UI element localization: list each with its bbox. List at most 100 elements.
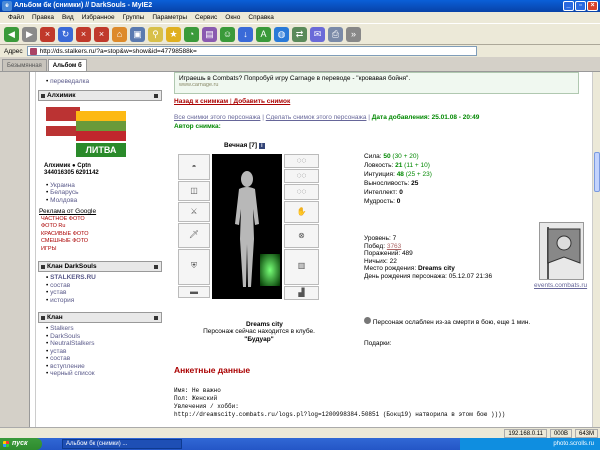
menu-window[interactable]: Окно <box>225 12 240 23</box>
globe-icon[interactable]: ◍ <box>274 26 289 42</box>
close-button[interactable]: × <box>587 1 598 11</box>
ad-photo-ru[interactable]: ФОТО Ru <box>41 223 164 231</box>
ring-slot-2[interactable]: ◌◌ <box>284 169 319 183</box>
sidebar-item-ustav[interactable]: устав <box>46 289 164 297</box>
scrollbar-thumb[interactable] <box>594 152 600 192</box>
menu-favorites[interactable]: Избранное <box>82 12 115 23</box>
download-icon[interactable]: ↓ <box>238 26 253 42</box>
carnage-banner[interactable]: Играешь в Combats? Попробуй игру Carnage… <box>174 72 579 94</box>
info-icon[interactable]: i <box>258 143 265 149</box>
gloves-slot[interactable]: ✋ <box>284 201 319 223</box>
profile-log[interactable]: http://dreamscity.combats.ru/logs.pl?log… <box>174 411 505 419</box>
menu-options[interactable]: Параметры <box>152 12 187 23</box>
event-link[interactable]: events.combats.ru <box>534 282 587 289</box>
sidebar-item-darksouls[interactable]: DarkSouls <box>46 333 164 341</box>
forward-icon[interactable]: ▶ <box>22 26 37 42</box>
sidebar-item-clan-sostav[interactable]: состав <box>46 355 164 363</box>
collector-icon[interactable]: ▤ <box>202 26 217 42</box>
taskbar-window-button[interactable]: Альбом бк (снимки) ... <box>62 439 182 449</box>
stop-icon[interactable]: × <box>40 26 55 42</box>
bracer-slot[interactable]: ◫ <box>178 181 210 201</box>
back-to-photos-link[interactable]: Назад к снимкам <box>174 98 228 105</box>
wins-count[interactable]: 3763 <box>387 243 401 250</box>
menu-view[interactable]: Вид <box>62 12 74 23</box>
nick-cptn[interactable]: Cptn <box>77 163 91 169</box>
armor-slot[interactable]: ⛨ <box>178 249 210 285</box>
info-birthday: День рождения персонажа: 05.12.07 21:36 <box>364 272 493 280</box>
menu-file[interactable]: Файл <box>8 12 24 23</box>
tab-untitled[interactable]: Безымянная <box>2 59 47 71</box>
ad-private-photo[interactable]: ЧАСТНОЕ ФОТО <box>41 216 164 224</box>
banner-url[interactable]: www.carnage.ru <box>179 82 574 89</box>
sidebar-item-stalkers[interactable]: Stalkers <box>46 325 164 333</box>
stop-all-icon[interactable]: × <box>76 26 91 42</box>
history-icon[interactable]: ◔ <box>184 26 199 42</box>
address-input[interactable]: http://ds.stalkers.ru/?a=stop&w=show&id=… <box>26 46 477 56</box>
sidebar-item-join[interactable]: вступление <box>46 363 164 371</box>
weapon-left-slot[interactable]: ⚔ <box>178 202 210 222</box>
ad-beautiful-photo[interactable]: КРАСИВЫЕ ФОТО <box>41 231 164 239</box>
sidebar-item-sostav[interactable]: состав <box>46 282 164 290</box>
sidebar-item-belarus[interactable]: Беларусь <box>46 189 164 197</box>
site-sidebar: переведалка Алхимик ЛИТВА Алхимик ● Cptn… <box>36 72 164 427</box>
ad-games[interactable]: ИГРЫ <box>41 246 164 254</box>
user-icon[interactable]: ☺ <box>220 26 235 42</box>
proxy-icon[interactable]: ⇄ <box>292 26 307 42</box>
back-icon[interactable]: ◀ <box>4 26 19 42</box>
menu-help[interactable]: Справка <box>248 12 274 23</box>
close-tab-icon[interactable]: × <box>94 26 109 42</box>
menu-groups[interactable]: Группы <box>123 12 145 23</box>
club-info: Персонаж сейчас находится в клубе. "Буду… <box>194 328 324 343</box>
sidebar-item-neutralstalkers[interactable]: NeutralStalkers <box>46 340 164 348</box>
stat-agility: Ловкость: 21 (11 + 10) <box>364 162 430 169</box>
taskbar: пуск Альбом бк (снимки) ... photo.scroll… <box>0 438 600 450</box>
more-icon[interactable]: » <box>346 26 361 42</box>
country-label: ЛИТВА <box>76 142 126 157</box>
sidebar-item-clan-ustav[interactable]: устав <box>46 348 164 356</box>
menu-bar: Файл Правка Вид Избранное Группы Парамет… <box>0 12 600 23</box>
sidebar-item-history[interactable]: история <box>46 297 164 305</box>
new-window-icon[interactable]: ▣ <box>130 26 145 42</box>
system-tray: photo.scrolls.ru <box>460 438 600 450</box>
shield-slot[interactable]: ⊗ <box>284 224 319 248</box>
ring-slot-3[interactable]: ◌◌ <box>284 184 319 200</box>
main-area: Играешь в Combats? Попробуй игру Carnage… <box>174 72 592 427</box>
sidebar-item-ukraine[interactable]: Украина <box>46 182 164 190</box>
print-icon[interactable]: ⎙ <box>328 26 343 42</box>
sidebar-item-perevedalka[interactable]: переведалка <box>46 78 164 86</box>
zoom-icon[interactable]: A <box>256 26 271 42</box>
make-photo-link[interactable]: Сделать снимок этого персонажа <box>266 114 367 121</box>
clan-emblem[interactable] <box>539 222 584 280</box>
sword-slot[interactable]: 🗡 <box>178 223 210 248</box>
menu-edit[interactable]: Правка <box>32 12 54 23</box>
ring-slot-1[interactable]: ◌◌ <box>284 154 319 168</box>
menu-tools[interactable]: Сервис <box>195 12 217 23</box>
add-photo-link[interactable]: Добавить снимок <box>233 98 290 105</box>
pants-slot[interactable]: ▥ <box>284 249 319 285</box>
home-icon[interactable]: ⌂ <box>112 26 127 42</box>
belt-slot[interactable]: ▬ <box>178 286 210 298</box>
mail-icon[interactable]: ✉ <box>310 26 325 42</box>
ad-funny-photo[interactable]: СМЕШНЫЕ ФОТО <box>41 238 164 246</box>
sidebar-item-moldova[interactable]: Молдова <box>46 197 164 205</box>
vertical-scrollbar[interactable] <box>592 72 600 427</box>
sidebar-item-stalkers-ru[interactable]: STALKERS.RU <box>46 274 164 282</box>
toolbar: ◀ ▶ × ↻ × × ⌂ ▣ ⚲ ★ ◔ ▤ ☺ ↓ A ◍ ⇄ ✉ ⎙ » <box>0 23 600 45</box>
minimize-button[interactable]: _ <box>563 1 574 11</box>
all-photos-link[interactable]: Все снимки этого персонажа <box>174 114 260 121</box>
nick-alchemist[interactable]: Алхимик <box>44 163 70 169</box>
google-ads: Реклама от Google ЧАСТНОЕ ФОТО ФОТО Ru К… <box>36 208 164 253</box>
restore-button[interactable]: ▫ <box>575 1 586 11</box>
club-room: "Будуар" <box>244 335 274 343</box>
stats-block: Сила: 50 (30 + 20) Ловкость: 21 (11 + 10… <box>364 152 432 206</box>
tab-album[interactable]: Альбом б <box>47 59 87 71</box>
search-icon[interactable]: ⚲ <box>148 26 163 42</box>
start-button[interactable]: пуск <box>0 438 42 450</box>
boots-slot[interactable]: ▟ <box>284 286 319 300</box>
refresh-icon[interactable]: ↻ <box>58 26 73 42</box>
green-item[interactable] <box>260 254 280 286</box>
google-ads-title[interactable]: Реклама от Google <box>39 208 164 216</box>
helmet-slot[interactable]: ◓ <box>178 154 210 180</box>
favorites-icon[interactable]: ★ <box>166 26 181 42</box>
sidebar-item-blacklist[interactable]: черный список <box>46 370 164 378</box>
